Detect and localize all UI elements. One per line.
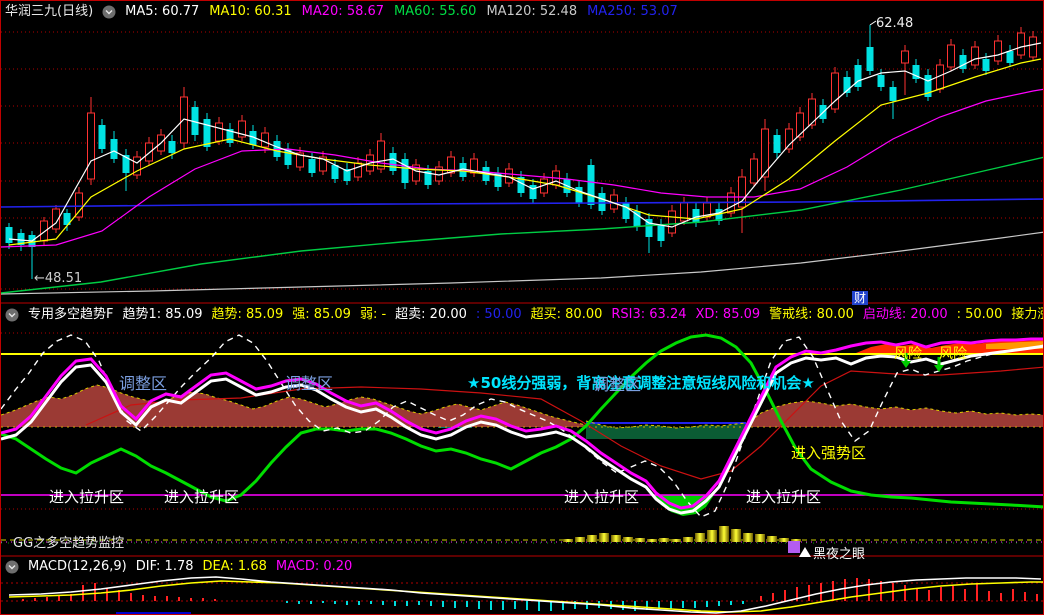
- header-item: 弱: -: [360, 306, 386, 323]
- trend-indicator-header: 专用多空趋势F 趋势1: 85.09 趋势: 85.09 强: 85.09 弱: - 超卖…: [5, 306, 1044, 323]
- annotation-label: 调整区: [593, 371, 641, 395]
- annotation-label: 调整区: [119, 370, 167, 394]
- main-price-panel: [1, 21, 1044, 289]
- annotation-label: 进入拉升区: [164, 486, 239, 507]
- annotation-label: 进入拉升区: [564, 486, 639, 507]
- stock-title: 华润三九(日线): [5, 3, 93, 20]
- header-item: MA250: 53.07: [587, 3, 678, 20]
- trend-indicator-panel: [1, 333, 1044, 517]
- macd-panel: [1, 577, 1044, 614]
- chevron-down-icon[interactable]: [5, 560, 19, 574]
- main-chart-header: 华润三九(日线) MA5: 60.77 MA10: 60.31 MA20: 58.6…: [5, 3, 678, 20]
- header-item: 超买: 80.00: [531, 306, 603, 323]
- header-item: 趋势1: 85.09: [122, 306, 202, 323]
- moving-average-lines: [1, 43, 1044, 294]
- chevron-down-icon[interactable]: [102, 5, 116, 19]
- annotation-label: 进入拉升区: [49, 486, 124, 507]
- header-item: MA20: 58.67: [302, 3, 384, 20]
- annotation-label: 风险: [894, 343, 922, 363]
- macd-values-row: MACD(12,26,9) DIF: 1.78 DEA: 1.68 MACD: 0.2…: [28, 558, 352, 575]
- monitor-panel: [1, 526, 1044, 557]
- header-item: MA120: 52.48: [486, 3, 577, 20]
- header-item: 接力涨: 0.00: [1011, 306, 1044, 323]
- header-item: DEA: 1.68: [203, 558, 267, 575]
- header-item: 启动线: 20.00: [863, 306, 948, 323]
- ma-values-row: MA5: 60.77 MA10: 60.31 MA20: 58.67 MA60: 55…: [125, 3, 678, 20]
- header-item: 专用多空趋势F: [28, 306, 113, 323]
- night-eye-label: 黑夜之眼: [813, 543, 865, 562]
- header-item: 超卖: 20.00: [395, 306, 467, 323]
- header-item: MA5: 60.77: [125, 3, 199, 20]
- header-item: XD: 85.09: [696, 306, 761, 323]
- header-item: 趋势: 85.09: [211, 306, 283, 323]
- header-item: DIF: 1.78: [136, 558, 194, 575]
- annotation-label: 风险: [939, 343, 967, 363]
- header-item: RSI3: 63.24: [611, 306, 686, 323]
- finance-badge[interactable]: 财: [852, 291, 868, 305]
- annotation-label: 进入拉升区: [746, 486, 821, 507]
- candlestick-series: [6, 25, 1037, 279]
- annotation-label: 进入强势区: [791, 442, 866, 463]
- header-item: : 50.00: [957, 306, 1003, 323]
- header-item: : 50.00: [476, 306, 522, 323]
- macd-header: MACD(12,26,9) DIF: 1.78 DEA: 1.68 MACD: 0.2…: [5, 558, 352, 575]
- low-price-label: ←48.51: [34, 271, 82, 286]
- annotation-label: 调整区: [285, 370, 333, 394]
- high-price-label: 62.48: [876, 16, 913, 31]
- indicator-values-row: 专用多空趋势F 趋势1: 85.09 趋势: 85.09 强: 85.09 弱: - 超卖…: [28, 306, 1044, 323]
- chevron-down-icon[interactable]: [5, 308, 19, 322]
- header-item: MA60: 55.60: [394, 3, 476, 20]
- monitor-panel-title: GG之多空趋势监控: [13, 532, 124, 551]
- header-item: MA10: 60.31: [209, 3, 291, 20]
- header-item: MACD: 0.20: [276, 558, 352, 575]
- header-item: 强: 85.09: [292, 306, 351, 323]
- header-item: 警戒线: 80.00: [769, 306, 854, 323]
- header-item: MACD(12,26,9): [28, 558, 127, 575]
- app-window: 华润三九(日线) MA5: 60.77 MA10: 60.31 MA20: 58.6…: [0, 0, 1044, 615]
